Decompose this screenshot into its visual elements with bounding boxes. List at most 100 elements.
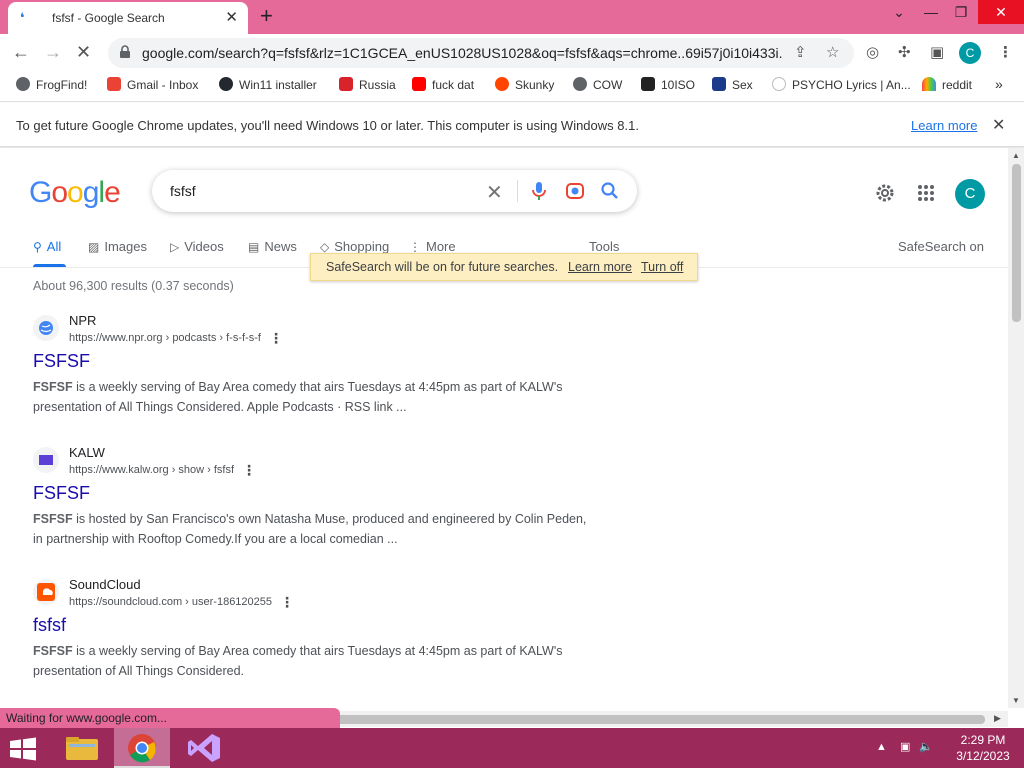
minimize-button[interactable]: — xyxy=(916,0,946,24)
bookmark-gmail[interactable]: Gmail - Inbox xyxy=(107,77,198,93)
search-result: NPR https://www.npr.org › podcasts › f-s… xyxy=(33,313,593,423)
windows-start-icon[interactable] xyxy=(8,737,38,761)
tab-label: Images xyxy=(104,239,147,254)
folder-icon xyxy=(66,737,98,760)
news-icon: ▤ xyxy=(248,240,260,254)
tab-videos[interactable]: ▷ Videos xyxy=(170,239,224,254)
scroll-right-arrow-icon[interactable]: ▶ xyxy=(994,713,1001,724)
scroll-up-arrow-icon[interactable]: ▲ xyxy=(1012,151,1020,160)
search-input[interactable]: fsfsf xyxy=(170,183,196,199)
bookmark-cow[interactable]: COW xyxy=(573,77,622,93)
google-logo[interactable]: Google xyxy=(29,176,121,210)
clock-time: 2:29 PM xyxy=(960,733,1006,747)
result-site-name[interactable]: KALW xyxy=(69,445,105,460)
back-button[interactable]: ← xyxy=(12,42,30,62)
bookmark-label: COW xyxy=(593,78,623,92)
bookmark-label: Sex xyxy=(732,78,753,92)
share-icon[interactable]: ⇪ xyxy=(794,43,807,61)
bookmark-10iso[interactable]: 10ISO xyxy=(641,77,695,93)
search-icon[interactable] xyxy=(600,181,620,201)
result-site-name[interactable]: NPR xyxy=(69,313,96,328)
safesearch-learn-more-link[interactable]: Learn more xyxy=(568,260,632,274)
tab-search-chevron-icon[interactable]: ⌄ xyxy=(884,0,914,24)
bookmark-sex[interactable]: Sex xyxy=(712,77,753,93)
tab-images[interactable]: ▨ Images xyxy=(88,239,147,254)
result-menu-icon[interactable]: ⋮ xyxy=(242,462,256,479)
vertical-scroll-thumb[interactable] xyxy=(1012,164,1021,322)
visual-studio-taskbar-button[interactable] xyxy=(176,728,232,768)
result-menu-icon[interactable]: ⋮ xyxy=(269,330,283,347)
bookmark-reddit[interactable]: reddit xyxy=(922,77,972,93)
bookmark-frogfind[interactable]: FrogFind! xyxy=(16,77,87,93)
bookmark-star-icon[interactable]: ☆ xyxy=(826,43,839,61)
bookmark-skunky[interactable]: Skunky xyxy=(495,77,554,93)
stop-loading-button[interactable]: ✕ xyxy=(76,42,91,62)
lock-icon[interactable] xyxy=(118,45,132,59)
infobar-learn-more-link[interactable]: Learn more xyxy=(911,118,977,133)
restore-button[interactable]: ❐ xyxy=(946,0,976,24)
browser-tab[interactable]: ❛ fsfsf - Google Search ✕ xyxy=(8,2,248,34)
tab-more[interactable]: ⋮ More xyxy=(409,239,456,254)
tools-button[interactable]: Tools xyxy=(589,239,619,254)
bookmark-fuck-dat[interactable]: fuck dat xyxy=(412,77,474,93)
vertical-scrollbar[interactable]: ▲ ▼ xyxy=(1008,148,1024,708)
scroll-down-arrow-icon[interactable]: ▼ xyxy=(1012,696,1020,705)
address-bar[interactable]: google.com/search?q=fsfsf&rlz=1C1GCEA_en… xyxy=(108,38,854,68)
side-panel-icon[interactable]: ▣ xyxy=(930,43,944,61)
tab-shopping[interactable]: ◇ Shopping xyxy=(320,239,389,254)
forward-button[interactable]: → xyxy=(44,42,62,62)
volume-icon[interactable]: 🔈 xyxy=(919,741,933,753)
bookmark-label: Gmail - Inbox xyxy=(127,78,199,92)
tab-label: Shopping xyxy=(334,239,390,254)
soundcloud-favicon-icon xyxy=(33,579,59,605)
taskbar-clock[interactable]: 2:29 PM 3/12/2023 xyxy=(946,732,1020,764)
network-icon[interactable]: ▣ xyxy=(900,741,910,753)
safesearch-turn-off-link[interactable]: Turn off xyxy=(641,260,683,274)
bookmark-psycho[interactable]: PSYCHO Lyrics | An... xyxy=(772,77,911,93)
search-box[interactable]: fsfsf ✕ xyxy=(152,170,637,212)
globe-icon xyxy=(573,77,587,91)
account-avatar[interactable]: C xyxy=(955,179,985,209)
profile-avatar[interactable]: C xyxy=(959,42,981,64)
infobar-message: To get future Google Chrome updates, you… xyxy=(16,118,639,133)
tab-title: fsfsf - Google Search xyxy=(52,11,165,25)
result-url[interactable]: https://www.npr.org › podcasts › f-s-f-s… xyxy=(69,332,261,344)
safesearch-toggle[interactable]: SafeSearch on xyxy=(898,239,984,254)
url-text[interactable]: google.com/search?q=fsfsf&rlz=1C1GCEA_en… xyxy=(142,45,782,61)
infobar-close-icon[interactable]: ✕ xyxy=(992,115,1005,135)
bookmarks-overflow-icon[interactable]: » xyxy=(995,76,1003,92)
red-square-icon xyxy=(339,77,353,91)
tab-close-icon[interactable]: ✕ xyxy=(225,8,238,26)
tab-news[interactable]: ▤ News xyxy=(248,239,297,254)
video-icon: ▷ xyxy=(170,240,180,254)
voice-search-icon[interactable] xyxy=(531,181,547,201)
result-site-name[interactable]: SoundCloud xyxy=(69,577,141,592)
chrome-taskbar-button[interactable] xyxy=(114,728,170,768)
spinner-icon xyxy=(772,77,786,91)
tray-overflow-icon[interactable]: ▲ xyxy=(876,741,887,753)
tab-all[interactable]: ⚲ All xyxy=(33,239,61,254)
new-tab-button[interactable]: + xyxy=(260,4,273,28)
search-results-page: Google fsfsf ✕ C ⚲ All ▨ Images ▷ Videos… xyxy=(0,148,1008,708)
google-loading-icon: ❛ xyxy=(20,10,25,25)
extension-circle-icon[interactable]: ◎ xyxy=(866,43,879,61)
bookmark-win11[interactable]: Win11 installer xyxy=(219,77,317,93)
result-url[interactable]: https://www.kalw.org › show › fsfsf xyxy=(69,464,234,476)
puzzle-extensions-icon[interactable]: ✣ xyxy=(898,43,911,61)
result-url[interactable]: https://soundcloud.com › user-186120255 xyxy=(69,596,272,608)
system-tray: ▲ ▣ 🔈 xyxy=(876,740,933,753)
result-title-link[interactable]: FSFSF xyxy=(33,351,90,372)
google-apps-icon[interactable] xyxy=(917,184,935,202)
gmail-icon xyxy=(107,77,121,91)
file-explorer-taskbar-button[interactable] xyxy=(54,728,110,768)
result-title-link[interactable]: fsfsf xyxy=(33,615,66,636)
settings-gear-icon[interactable] xyxy=(875,183,895,203)
menu-kebab-icon[interactable]: ⋮ xyxy=(998,43,1013,61)
lens-search-icon[interactable] xyxy=(565,181,585,201)
bookmark-label: Russia xyxy=(359,78,396,92)
bookmark-russia[interactable]: Russia xyxy=(339,77,396,93)
close-window-button[interactable]: ✕ xyxy=(978,0,1024,24)
clear-search-icon[interactable]: ✕ xyxy=(486,180,503,205)
result-title-link[interactable]: FSFSF xyxy=(33,483,90,504)
result-menu-icon[interactable]: ⋮ xyxy=(280,594,294,611)
